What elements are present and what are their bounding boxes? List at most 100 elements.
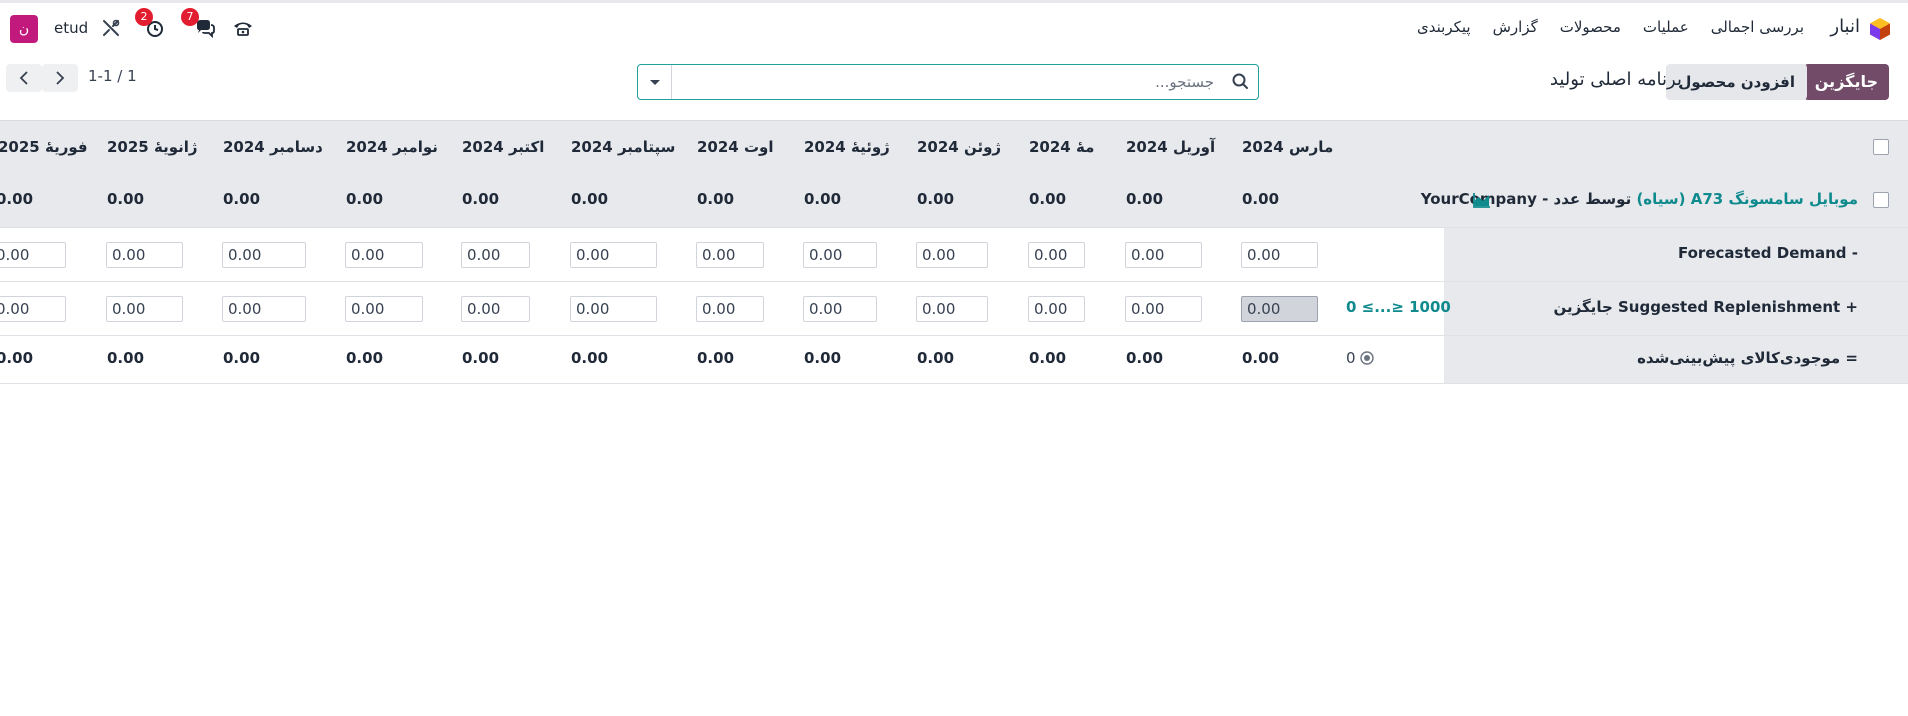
main-menu: بررسی اجمالی عملیات محصولات گزارش پیکربن… <box>1417 18 1804 36</box>
cell-value: 0.00 <box>1126 190 1164 208</box>
chevron-left-icon <box>19 71 28 85</box>
cell-value: 0.00 <box>223 349 261 367</box>
menu-configuration[interactable]: پیکربندی <box>1417 18 1471 36</box>
min-max-link[interactable]: 0 ≤...≥ 1000 <box>1346 298 1451 316</box>
product-name[interactable]: موبایل سامسونگ A73 (سیاه) <box>1636 190 1858 208</box>
replenish-input[interactable]: 0.00 <box>345 296 423 322</box>
column-header: سپتامبر 2024 <box>571 138 676 156</box>
column-header: ژوئیهٔ 2024 <box>804 138 890 156</box>
tools-icon[interactable] <box>100 17 122 39</box>
target-icon[interactable] <box>1360 351 1374 365</box>
menu-operations[interactable]: عملیات <box>1643 18 1689 36</box>
column-header: اکتبر 2024 <box>462 138 545 156</box>
row-label-cell: موبایل سامسونگ A73 (سیاه) توسط عدد - You… <box>1421 174 1908 227</box>
demand-input[interactable]: 0.00 <box>803 242 877 268</box>
inventory-app-icon[interactable] <box>1868 17 1892 41</box>
column-header: نوامبر 2024 <box>346 138 438 156</box>
select-all-checkbox[interactable] <box>1873 139 1889 155</box>
cell-value: 0.00 <box>107 190 145 208</box>
cell-value: 0.00 <box>917 190 955 208</box>
cell-value: 0.00 <box>1029 349 1067 367</box>
column-header: ژانویهٔ 2025 <box>107 138 198 156</box>
replenish-input[interactable]: 0.00 <box>1125 296 1202 322</box>
menu-products[interactable]: محصولات <box>1560 18 1621 36</box>
demand-input[interactable]: 0.00 <box>696 242 764 268</box>
app-name[interactable]: انبار <box>1830 16 1860 37</box>
replenish-input[interactable]: 0.00 <box>803 296 877 322</box>
demand-input[interactable]: 0.00 <box>0 242 66 268</box>
product-suffix: توسط عدد - YourCompany <box>1421 190 1632 208</box>
menu-reporting[interactable]: گزارش <box>1493 18 1538 36</box>
cell-value: 0.00 <box>571 349 609 367</box>
demand-input[interactable]: 0.00 <box>1028 242 1085 268</box>
demand-input[interactable]: 0.00 <box>222 242 306 268</box>
column-header: مهٔ 2024 <box>1029 138 1095 156</box>
replenish-button[interactable]: جایگزین <box>1803 64 1889 100</box>
column-header: اوت 2024 <box>697 138 774 156</box>
row-label-cell: = موجودی‌کالای پیش‌بینی‌شده <box>1444 336 1908 383</box>
chevron-right-icon <box>56 71 65 85</box>
column-header: فوریهٔ 2025 <box>0 138 88 156</box>
search-input[interactable] <box>672 65 1222 99</box>
cell-value: 0.00 <box>0 349 34 367</box>
database-name[interactable]: etud <box>54 19 88 37</box>
row-label-cell: - Forecasted Demand <box>1444 228 1908 281</box>
pager-value[interactable]: 1-1 / 1 <box>88 67 137 85</box>
cell-value: 0.00 <box>804 349 842 367</box>
column-header: مارس 2024 <box>1242 138 1334 156</box>
cell-value: 0.00 <box>804 190 842 208</box>
cell-value: 0.00 <box>462 349 500 367</box>
menu-overview[interactable]: بررسی اجمالی <box>1711 18 1804 36</box>
replenish-input[interactable]: 0.00 <box>461 296 530 322</box>
phone-icon[interactable] <box>232 17 254 39</box>
cell-value: 0.00 <box>346 349 384 367</box>
user-avatar[interactable]: ن <box>10 15 38 43</box>
cell-value: 0.00 <box>346 190 384 208</box>
replenish-input[interactable]: 0.00 <box>222 296 306 322</box>
replenish-input[interactable]: 0.00 <box>106 296 183 322</box>
cell-value: 0.00 <box>1242 190 1280 208</box>
cell-value: 0.00 <box>462 190 500 208</box>
replenish-input[interactable]: 0.00 <box>0 296 66 322</box>
search-options-toggle[interactable] <box>638 65 672 99</box>
row-checkbox[interactable] <box>1873 192 1889 208</box>
messages-badge: 7 <box>181 8 199 26</box>
caret-down-icon <box>650 80 660 85</box>
column-header: دسامبر 2024 <box>223 138 323 156</box>
column-header: آوریل 2024 <box>1126 138 1216 156</box>
search-bar <box>637 64 1259 100</box>
navbar: انبار بررسی اجمالی عملیات محصولات گزارش … <box>0 3 1908 51</box>
table-header: مارس 2024 آوریل 2024 مهٔ 2024 ژوئن 2024 … <box>0 120 1908 174</box>
cell-value: 0.00 <box>697 349 735 367</box>
forecasted-stock-label: = موجودی‌کالای پیش‌بینی‌شده <box>1637 349 1858 367</box>
pager-previous-button[interactable] <box>6 64 42 92</box>
activity-badge: 2 <box>135 8 153 26</box>
area-chart-icon[interactable] <box>1472 191 1492 209</box>
pager-next-button[interactable] <box>42 64 78 92</box>
search-icon[interactable] <box>1222 65 1258 99</box>
suggested-replenishment-label[interactable]: + Suggested Replenishment جایگزین <box>1554 298 1859 316</box>
forecasted-demand-label[interactable]: - Forecasted Demand <box>1678 244 1858 262</box>
demand-input[interactable]: 0.00 <box>461 242 530 268</box>
demand-input[interactable]: 0.00 <box>570 242 657 268</box>
replenish-input[interactable]: 0.00 <box>1028 296 1085 322</box>
cell-value: 0.00 <box>1029 190 1067 208</box>
cell-value: 0.00 <box>697 190 735 208</box>
suggested-replenishment-row: + Suggested Replenishment جایگزین 0 ≤...… <box>0 282 1908 336</box>
starting-stock-value: 0 <box>1346 349 1356 367</box>
demand-input[interactable]: 0.00 <box>345 242 423 268</box>
row-label-cell: + Suggested Replenishment جایگزین <box>1444 282 1908 335</box>
replenish-input[interactable]: 0.00 <box>1241 296 1318 322</box>
replenish-input[interactable]: 0.00 <box>696 296 764 322</box>
cell-value: 0.00 <box>107 349 145 367</box>
demand-input[interactable]: 0.00 <box>916 242 988 268</box>
replenish-input[interactable]: 0.00 <box>570 296 657 322</box>
forecasted-demand-row: - Forecasted Demand 0.00 0.00 0.00 0.00 … <box>0 228 1908 282</box>
cell-value: 0.00 <box>223 190 261 208</box>
add-product-button[interactable]: افزودن محصول <box>1666 64 1807 100</box>
demand-input[interactable]: 0.00 <box>106 242 183 268</box>
demand-input[interactable]: 0.00 <box>1125 242 1202 268</box>
replenish-input[interactable]: 0.00 <box>916 296 988 322</box>
demand-input[interactable]: 0.00 <box>1241 242 1318 268</box>
cell-value: 0.00 <box>917 349 955 367</box>
